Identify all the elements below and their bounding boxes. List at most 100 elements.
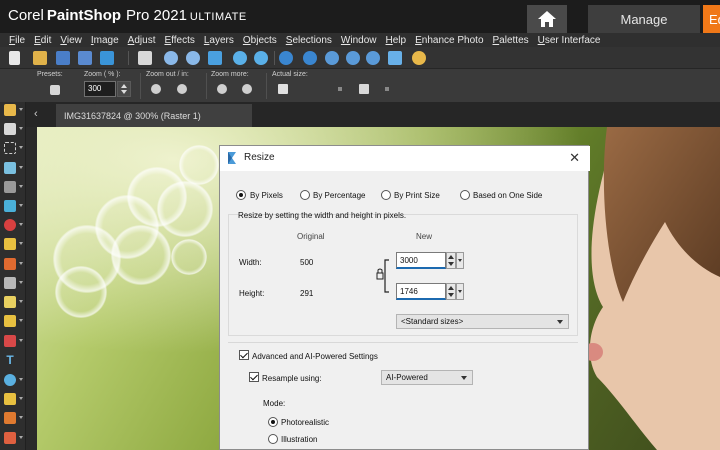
radio-by-percentage[interactable] bbox=[300, 190, 310, 200]
text-tool-icon[interactable]: T bbox=[4, 354, 16, 366]
makeover-tool-icon[interactable] bbox=[4, 238, 16, 250]
screenshot-icon[interactable] bbox=[388, 51, 402, 65]
undo-icon[interactable] bbox=[164, 51, 178, 65]
zoom-input[interactable]: 300 bbox=[84, 81, 116, 97]
zoom-more-in-icon[interactable] bbox=[242, 84, 252, 94]
info-icon[interactable] bbox=[279, 51, 293, 65]
menu-window[interactable]: Window bbox=[341, 35, 377, 46]
advanced-settings-checkbox[interactable] bbox=[239, 350, 249, 360]
radio-photorealistic[interactable] bbox=[268, 417, 278, 427]
tool-flyout-caret[interactable] bbox=[19, 281, 23, 284]
tool-flyout-caret[interactable] bbox=[19, 397, 23, 400]
resample-checkbox[interactable] bbox=[249, 372, 259, 382]
menu-view[interactable]: View bbox=[60, 35, 82, 46]
tool-flyout-caret[interactable] bbox=[19, 242, 23, 245]
fit-screen-icon[interactable] bbox=[385, 87, 389, 91]
print-icon[interactable] bbox=[138, 51, 152, 65]
radio-based-on-one-side[interactable] bbox=[460, 190, 470, 200]
radio-illustration[interactable] bbox=[268, 434, 278, 444]
actual-size-icon[interactable] bbox=[278, 84, 288, 94]
resample-label[interactable]: Resample using: bbox=[262, 374, 322, 383]
rotate-right-icon[interactable] bbox=[254, 51, 268, 65]
menu-layers[interactable]: Layers bbox=[204, 35, 234, 46]
height-units-dropdown[interactable] bbox=[456, 283, 464, 300]
tool-flyout-caret[interactable] bbox=[19, 204, 23, 207]
fit-window-icon[interactable] bbox=[338, 87, 342, 91]
menu-help[interactable]: Help bbox=[386, 35, 407, 46]
pen-tool-icon[interactable] bbox=[4, 393, 16, 405]
zoom-out-icon[interactable] bbox=[151, 84, 161, 94]
tool-flyout-caret[interactable] bbox=[19, 262, 23, 265]
lock-aspect-icon[interactable] bbox=[375, 258, 393, 294]
width-units-dropdown[interactable] bbox=[456, 252, 464, 269]
by-percentage-label[interactable]: By Percentage bbox=[313, 191, 365, 200]
dropper-tool-icon[interactable] bbox=[4, 162, 16, 174]
save-icon[interactable] bbox=[56, 51, 70, 65]
zoom-in-icon[interactable] bbox=[177, 84, 187, 94]
zoom-more-out-icon[interactable] bbox=[217, 84, 227, 94]
save-as-icon[interactable] bbox=[78, 51, 92, 65]
palette-icon[interactable] bbox=[412, 51, 426, 65]
document-tab[interactable]: IMG31637824 @ 300% (Raster 1) bbox=[56, 104, 252, 127]
by-pixels-label[interactable]: By Pixels bbox=[250, 191, 283, 200]
warp-tool-icon[interactable] bbox=[4, 412, 16, 424]
selection-tool-icon[interactable] bbox=[4, 142, 16, 154]
tool-flyout-caret[interactable] bbox=[19, 319, 23, 322]
tool-flyout-caret[interactable] bbox=[19, 108, 23, 111]
eraser-tool-icon[interactable] bbox=[4, 296, 16, 308]
menu-user-interface[interactable]: User Interface bbox=[538, 35, 601, 46]
radio-by-pixels[interactable] bbox=[236, 190, 246, 200]
tool-flyout-caret[interactable] bbox=[19, 300, 23, 303]
zoom-stepper[interactable] bbox=[117, 81, 131, 97]
menu-adjust[interactable]: Adjust bbox=[128, 35, 156, 46]
close-icon[interactable]: ✕ bbox=[569, 150, 580, 166]
tool-flyout-caret[interactable] bbox=[19, 378, 23, 381]
tool-flyout-caret[interactable] bbox=[19, 127, 23, 130]
resize-icon[interactable] bbox=[208, 51, 222, 65]
chevron-left-icon[interactable]: ‹ bbox=[34, 108, 38, 120]
share-icon[interactable] bbox=[100, 51, 114, 65]
straighten-tool-icon[interactable] bbox=[4, 200, 16, 212]
resample-method-dropdown[interactable]: AI-Powered bbox=[381, 370, 473, 385]
tool-flyout-caret[interactable] bbox=[19, 339, 23, 342]
menu-enhance-photo[interactable]: Enhance Photo bbox=[415, 35, 483, 46]
pan-tool-icon[interactable] bbox=[4, 104, 16, 116]
fill-tool-icon[interactable] bbox=[4, 315, 16, 327]
zoom-actual-icon[interactable] bbox=[366, 51, 380, 65]
redo-icon[interactable] bbox=[186, 51, 200, 65]
width-stepper[interactable] bbox=[446, 252, 456, 269]
menu-image[interactable]: Image bbox=[91, 35, 119, 46]
radio-by-print-size[interactable] bbox=[381, 190, 391, 200]
by-print-size-label[interactable]: By Print Size bbox=[394, 191, 440, 200]
tab-manage[interactable]: Manage bbox=[588, 5, 700, 33]
menu-selections[interactable]: Selections bbox=[286, 35, 332, 46]
red-eye-tool-icon[interactable] bbox=[4, 219, 16, 231]
home-button[interactable] bbox=[527, 5, 567, 33]
based-on-one-side-label[interactable]: Based on One Side bbox=[473, 191, 542, 200]
menu-objects[interactable]: Objects bbox=[243, 35, 277, 46]
advanced-settings-label[interactable]: Advanced and AI-Powered Settings bbox=[252, 352, 378, 361]
rotate-left-icon[interactable] bbox=[233, 51, 247, 65]
color-changer-tool-icon[interactable] bbox=[4, 335, 16, 347]
shape-tool-icon[interactable] bbox=[4, 374, 16, 386]
standard-sizes-dropdown[interactable]: <Standard sizes> bbox=[396, 314, 569, 329]
zoom-out-icon[interactable] bbox=[325, 51, 339, 65]
paint-brush-tool-icon[interactable] bbox=[4, 258, 16, 270]
zoom-to-fit-icon[interactable] bbox=[303, 51, 317, 65]
tool-flyout-caret[interactable] bbox=[19, 416, 23, 419]
new-file-icon[interactable] bbox=[9, 51, 20, 65]
photorealistic-label[interactable]: Photorealistic bbox=[281, 418, 329, 427]
clone-tool-icon[interactable] bbox=[4, 277, 16, 289]
presets-dropdown-icon[interactable] bbox=[50, 85, 60, 95]
tool-flyout-caret[interactable] bbox=[19, 146, 23, 149]
tab-edit[interactable]: Ed bbox=[703, 5, 720, 33]
illustration-label[interactable]: Illustration bbox=[281, 435, 317, 444]
tool-flyout-caret[interactable] bbox=[19, 166, 23, 169]
menu-palettes[interactable]: Palettes bbox=[493, 35, 529, 46]
tool-flyout-caret[interactable] bbox=[19, 185, 23, 188]
tool-flyout-caret[interactable] bbox=[19, 436, 23, 439]
zoom-in-icon[interactable] bbox=[346, 51, 360, 65]
menu-effects[interactable]: Effects bbox=[164, 35, 194, 46]
crop-tool-icon[interactable] bbox=[4, 181, 16, 193]
menu-file[interactable]: File bbox=[9, 35, 25, 46]
